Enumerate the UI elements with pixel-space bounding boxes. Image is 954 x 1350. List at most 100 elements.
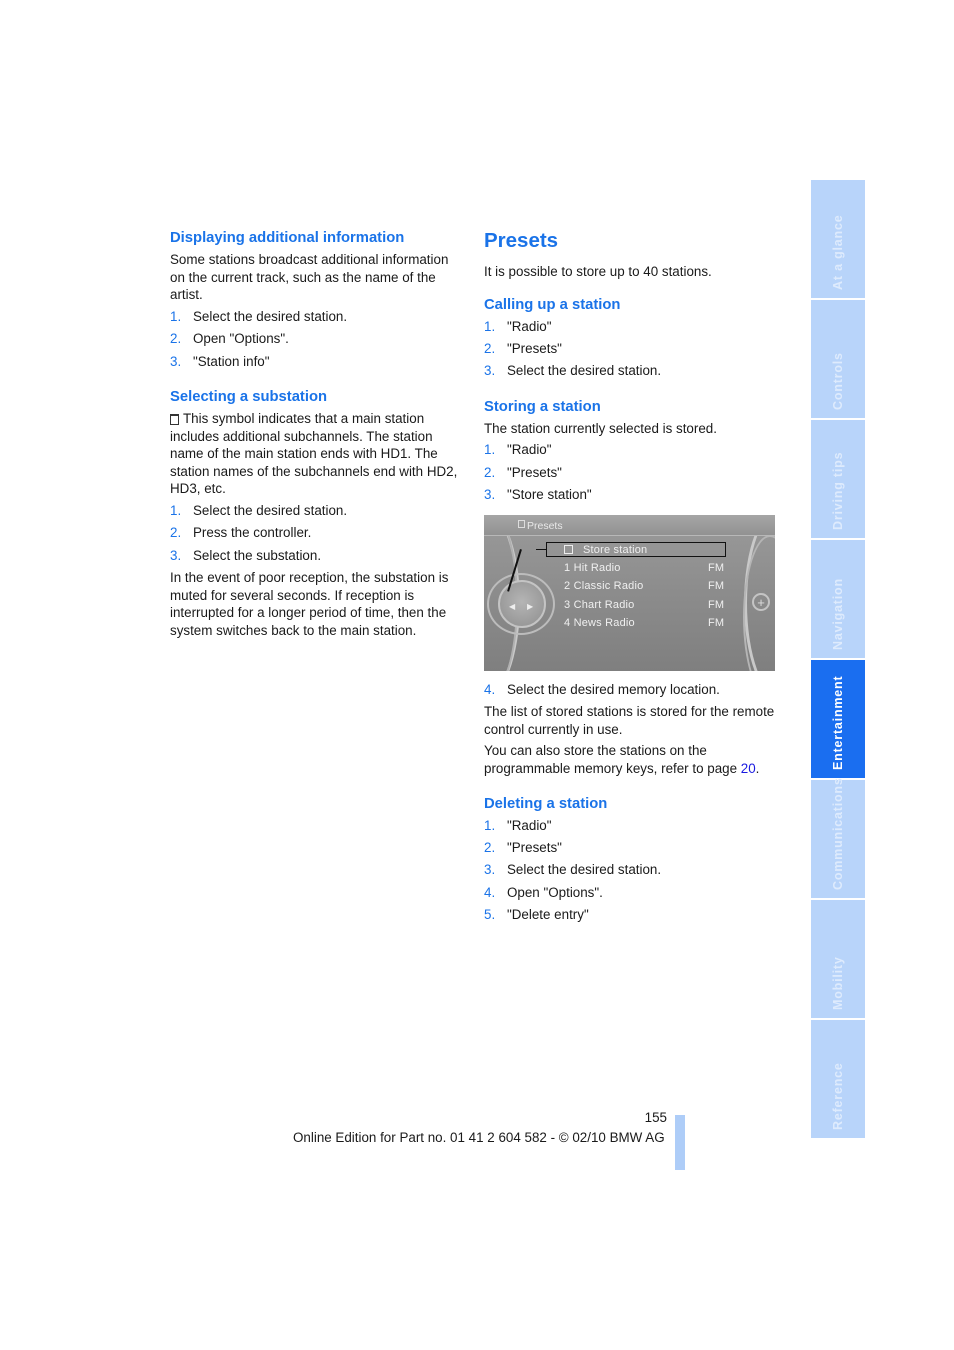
list-item: 1. "Radio": [484, 441, 779, 459]
step-number: 3.: [484, 487, 496, 503]
list-item: 2. Open "Options".: [170, 330, 465, 348]
heading-storing-a-station: Storing a station: [484, 398, 601, 415]
list-item: 3. Select the desired station.: [484, 861, 779, 879]
tab-label: Controls: [831, 352, 845, 410]
list-item: 2. Press the controller.: [170, 524, 465, 542]
store-icon: [564, 544, 573, 554]
station-band: FM: [708, 616, 725, 629]
idrive-presets-screenshot: Presets ◀ ▶ + Store station 1 Hit Radio …: [484, 514, 775, 671]
step-text: "Presets": [507, 464, 562, 480]
step-number: 4.: [484, 884, 496, 900]
section-title-presets: Presets: [484, 229, 559, 252]
menu-item-store-station: Store station: [564, 542, 647, 560]
steps-list: 1. Select the desired station. 2. Press th…: [170, 502, 465, 564]
step-text: "Radio": [507, 318, 552, 334]
list-item: 1. "Radio": [484, 817, 779, 835]
plus-icon: +: [752, 592, 770, 611]
paragraph: The station currently selected is stored…: [484, 420, 717, 436]
step-number: 4.: [484, 681, 496, 697]
list-item: 2. "Presets": [484, 839, 779, 857]
step-number: 5.: [484, 907, 496, 923]
paragraph-text: You can also store the stations on the p…: [484, 743, 741, 776]
tab-controls[interactable]: Controls: [811, 300, 865, 418]
paragraph-text: .: [755, 760, 760, 776]
step-number: 3.: [170, 353, 182, 369]
steps-list: 1. Select the desired station. 2. Open "Op…: [170, 308, 465, 370]
tab-reference[interactable]: Reference: [811, 1020, 865, 1138]
screen-titlebar: Presets: [484, 514, 775, 536]
list-item: 1. "Radio": [484, 318, 779, 336]
list-item: 2. "Presets": [484, 340, 779, 358]
step-number: 2.: [484, 340, 496, 356]
paragraph: Some stations broadcast additional infor…: [170, 252, 449, 303]
tab-driving-tips[interactable]: Driving tips: [811, 420, 865, 538]
controller-knob-icon: ◀ ▶: [498, 579, 546, 628]
paragraph: This symbol indicates that a main statio…: [170, 410, 465, 498]
station-band: FM: [708, 561, 725, 574]
step-number: 2.: [484, 839, 496, 855]
page-number: 155: [644, 1110, 667, 1125]
list-item: 1. Select the desired station.: [170, 308, 465, 326]
step-number: 1.: [170, 308, 182, 324]
step-text: "Presets": [507, 839, 562, 855]
paragraph-text: This symbol indicates that a main statio…: [170, 410, 458, 497]
list-item: 2. "Presets": [484, 464, 779, 482]
station-row: 4 News Radio FM: [564, 615, 724, 633]
step-text: "Store station": [507, 487, 592, 503]
list-item: 3. Select the desired station.: [484, 362, 779, 380]
tab-label: Reference: [831, 1062, 845, 1130]
chapter-tabs: At a glance Controls Driving tips Naviga…: [811, 180, 865, 1140]
step-text: Select the desired station.: [507, 862, 662, 878]
station-name: 2 Classic Radio: [564, 579, 644, 592]
step-text: Select the desired station.: [193, 502, 348, 518]
list-item: 3. "Station info": [170, 353, 465, 371]
step-text: Select the desired station.: [507, 363, 662, 379]
step-number: 3.: [170, 547, 182, 563]
tab-at-a-glance[interactable]: At a glance: [811, 180, 865, 298]
step-text: Select the desired memory location.: [507, 681, 720, 697]
tab-label: Communications: [831, 777, 845, 890]
step-text: Press the controller.: [193, 525, 312, 541]
tab-label: Mobility: [831, 956, 845, 1010]
steps-list: 4. Select the desired memory location.: [484, 681, 779, 699]
station-name: 4 News Radio: [564, 616, 635, 629]
station-row: 3 Chart Radio FM: [564, 597, 724, 615]
page-reference-link[interactable]: 20: [741, 761, 756, 776]
list-item: 3. Select the substation.: [170, 547, 465, 565]
page-marker-bar: [675, 1115, 685, 1170]
step-text: "Radio": [507, 442, 552, 458]
heading-deleting-a-station: Deleting a station: [484, 795, 608, 812]
steps-list: 1. "Radio" 2. "Presets" 3. Select the desir…: [484, 817, 779, 924]
step-text: "Delete entry": [507, 907, 589, 923]
step-number: 1.: [484, 442, 496, 458]
tab-label: At a glance: [831, 214, 845, 291]
step-text: Select the substation.: [193, 547, 322, 563]
tab-label: Navigation: [831, 578, 845, 650]
step-number: 1.: [484, 817, 496, 833]
station-name: 1 Hit Radio: [564, 561, 621, 574]
paragraph: In the event of poor reception, the subs…: [170, 570, 449, 638]
tab-entertainment[interactable]: Entertainment: [811, 660, 865, 778]
footer-edition: Online Edition for Part no. 01 41 2 604 …: [293, 1130, 665, 1145]
station-band: FM: [708, 579, 725, 592]
tab-label: Driving tips: [831, 451, 845, 530]
step-number: 3.: [484, 363, 496, 379]
station-row: 1 Hit Radio FM: [564, 560, 724, 578]
station-row: 2 Classic Radio FM: [564, 578, 724, 596]
step-text: Open "Options".: [507, 884, 603, 900]
tab-communications[interactable]: Communications: [811, 777, 865, 898]
tab-label: Entertainment: [831, 675, 845, 770]
heading-displaying-additional-information: Displaying additional information: [170, 230, 405, 246]
list-item: 1. Select the desired station.: [170, 502, 465, 520]
step-text: "Radio": [507, 817, 552, 833]
station-band: FM: [708, 598, 725, 611]
left-column: Displaying additional information Some s…: [170, 228, 465, 643]
tab-navigation[interactable]: Navigation: [811, 540, 865, 658]
steps-list: 1. "Radio" 2. "Presets" 3. Select the desir…: [484, 318, 779, 380]
tab-mobility[interactable]: Mobility: [811, 900, 865, 1018]
right-column: Presets It is possible to store up to 40…: [484, 228, 779, 928]
list-item: 5. "Delete entry": [484, 906, 779, 924]
menu-item-label: Store station: [583, 543, 648, 556]
paragraph: The list of stored stations is stored fo…: [484, 704, 775, 737]
step-text: Select the desired station.: [193, 308, 348, 324]
